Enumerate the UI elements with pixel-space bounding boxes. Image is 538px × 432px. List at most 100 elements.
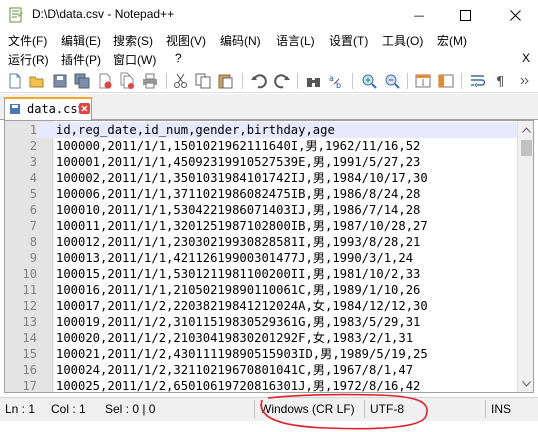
line-number: 5: [29, 187, 37, 201]
tab-close-icon[interactable]: [79, 103, 90, 114]
editor-line[interactable]: 3 100001,2011/1/1,45092319910527539E,男,19…: [5, 154, 517, 170]
cut-icon[interactable]: [172, 72, 190, 90]
toolbar-overflow-icon[interactable]: [518, 72, 530, 90]
line-text[interactable]: 100017,2011/1/2,22038219841212024A,女,198…: [56, 298, 428, 314]
print-icon[interactable]: [141, 72, 159, 90]
find-icon[interactable]: [305, 72, 323, 90]
menu-settings[interactable]: 设置(T): [329, 32, 368, 49]
line-text[interactable]: 100001,2011/1/1,45092319910527539E,男,199…: [56, 154, 420, 170]
scroll-up-button[interactable]: [518, 121, 533, 138]
editor-lines: 1 id,reg_date,id_num,gender,birthday,age 2…: [5, 122, 517, 393]
editor-line[interactable]: 6 100010,2011/1/1,5304221986071403IJ,男,19…: [5, 202, 517, 218]
editor-line[interactable]: 14 100020,2011/1/2,21030419830201292F,女,1…: [5, 330, 517, 346]
line-text[interactable]: 100002,2011/1/1,3501031984101742IJ,男,198…: [56, 170, 428, 186]
close-all-icon[interactable]: [118, 72, 136, 90]
line-text[interactable]: 100019,2011/1/2,31011519830529361G,男,198…: [56, 314, 420, 330]
menu-language[interactable]: 语言(L): [276, 32, 315, 49]
maximize-button[interactable]: [442, 0, 488, 30]
editor-line[interactable]: 15 100021,2011/1/2,43011119890515903ID,男,…: [5, 346, 517, 362]
menu-file[interactable]: 文件(F): [8, 32, 47, 49]
line-text[interactable]: 100016,2011/1/1,21050219890110061C,男,198…: [56, 282, 420, 298]
line-text[interactable]: 100013,2011/1/1,42112619900301477J,男,199…: [56, 250, 413, 266]
menu-plugins[interactable]: 插件(P): [61, 51, 101, 68]
zoom-out-icon[interactable]: [383, 72, 401, 90]
editor-line[interactable]: 12 100017,2011/1/2,22038219841212024A,女,1…: [5, 298, 517, 314]
sync-vertical-icon[interactable]: [414, 72, 432, 90]
line-text[interactable]: 100012,2011/1/1,23030219930828581I,男,199…: [56, 234, 420, 250]
line-number: 6: [29, 203, 37, 217]
menu-row-1: 文件(F) 编辑(E) 搜索(S) 视图(V) 编码(N) 语言(L) 设置(T…: [0, 31, 538, 50]
line-text[interactable]: 100015,2011/1/1,5301211981100200II,男,198…: [56, 266, 420, 282]
editor-line[interactable]: 7 100011,2011/1/1,3201251987102800IB,男,19…: [5, 218, 517, 234]
chevron-up-icon: [522, 126, 531, 133]
line-text[interactable]: 100021,2011/1/2,43011119890515903ID,男,19…: [56, 346, 428, 362]
show-all-chars-icon[interactable]: ¶: [492, 72, 510, 90]
scroll-down-button[interactable]: [518, 375, 533, 392]
line-number: 7: [29, 219, 37, 233]
line-text[interactable]: 100006,2011/1/1,3711021986082475IB,男,198…: [56, 186, 420, 202]
status-selection: Sel : 0 | 0: [105, 402, 156, 416]
close-document-button[interactable]: X: [522, 51, 530, 65]
vertical-scrollbar[interactable]: [517, 121, 533, 392]
chevron-down-icon: [522, 380, 531, 387]
editor-line[interactable]: 1 id,reg_date,id_num,gender,birthday,age: [5, 122, 517, 138]
line-text[interactable]: id,reg_date,id_num,gender,birthday,age: [56, 122, 335, 138]
open-file-icon[interactable]: [28, 72, 46, 90]
window-title: D:\D\data.csv - Notepad++: [32, 7, 175, 21]
menu-tools[interactable]: 工具(O): [382, 32, 423, 49]
line-number: 11: [22, 283, 37, 297]
replace-icon[interactable]: ab: [328, 72, 346, 90]
status-column: Col : 1: [51, 402, 86, 416]
toolbar-separator: [242, 73, 243, 89]
word-wrap-icon[interactable]: [469, 72, 487, 90]
toolbar-separator: [461, 73, 462, 89]
editor-line[interactable]: 2 100000,2011/1/1,1501021962111640I,男,196…: [5, 138, 517, 154]
menu-search[interactable]: 搜索(S): [113, 32, 153, 49]
line-text[interactable]: 100011,2011/1/1,3201251987102800IB,男,198…: [56, 218, 428, 234]
status-insert-mode[interactable]: INS: [491, 402, 511, 416]
menu-encoding[interactable]: 编码(N): [220, 32, 261, 49]
copy-icon[interactable]: [194, 72, 212, 90]
close-file-icon[interactable]: [96, 72, 114, 90]
menu-row-2: 运行(R) 插件(P) 窗口(W) ?: [0, 50, 538, 69]
zoom-in-icon[interactable]: [360, 72, 378, 90]
menu-edit[interactable]: 编辑(E): [61, 32, 101, 49]
editor-line[interactable]: 9 100013,2011/1/1,42112619900301477J,男,19…: [5, 250, 517, 266]
editor-line[interactable]: 13 100019,2011/1/2,31011519830529361G,男,1…: [5, 314, 517, 330]
undo-icon[interactable]: [250, 72, 268, 90]
save-icon[interactable]: [51, 72, 69, 90]
svg-text:a: a: [329, 74, 334, 83]
svg-text:¶: ¶: [496, 75, 504, 90]
editor-line[interactable]: 17 100025,2011/1/2,65010619720816301J,男,1…: [5, 378, 517, 393]
redo-icon[interactable]: [273, 72, 291, 90]
line-number: 9: [29, 251, 37, 265]
menu-window[interactable]: 窗口(W): [113, 51, 156, 68]
line-text[interactable]: 100020,2011/1/2,21030419830201292F,女,198…: [56, 330, 413, 346]
editor-line[interactable]: 10 100015,2011/1/1,5301211981100200II,男,1…: [5, 266, 517, 282]
line-number: 17: [22, 379, 37, 393]
tab-bar: data.csv: [0, 94, 538, 120]
paste-icon[interactable]: [216, 72, 234, 90]
minimize-button[interactable]: —: [396, 0, 442, 30]
sync-horizontal-icon[interactable]: [437, 72, 455, 90]
line-number: 3: [29, 155, 37, 169]
save-all-icon[interactable]: [73, 72, 91, 90]
scroll-thumb[interactable]: [521, 140, 532, 156]
editor-line[interactable]: 4 100002,2011/1/1,3501031984101742IJ,男,19…: [5, 170, 517, 186]
menu-view[interactable]: 视图(V): [166, 32, 206, 49]
menu-macro[interactable]: 宏(M): [437, 32, 467, 49]
editor-line[interactable]: 11 100016,2011/1/1,21050219890110061C,男,1…: [5, 282, 517, 298]
editor-line[interactable]: 16 100024,2011/1/2,32110219670801041C,男,1…: [5, 362, 517, 378]
line-text[interactable]: 100000,2011/1/1,1501021962111640I,男,1962…: [56, 138, 420, 154]
tab-data-csv[interactable]: data.csv: [4, 97, 92, 120]
line-text[interactable]: 100024,2011/1/2,32110219670801041C,男,196…: [56, 362, 413, 378]
close-window-button[interactable]: [492, 0, 538, 30]
line-text[interactable]: 100025,2011/1/2,65010619720816301J,男,197…: [56, 378, 420, 392]
editor-pane[interactable]: 1 id,reg_date,id_num,gender,birthday,age 2…: [4, 120, 534, 393]
new-file-icon[interactable]: [6, 72, 24, 90]
editor-line[interactable]: 8 100012,2011/1/1,23030219930828581I,男,19…: [5, 234, 517, 250]
line-text[interactable]: 100010,2011/1/1,5304221986071403IJ,男,198…: [56, 202, 420, 218]
menu-help[interactable]: ?: [175, 51, 182, 65]
editor-line[interactable]: 5 100006,2011/1/1,3711021986082475IB,男,19…: [5, 186, 517, 202]
menu-run[interactable]: 运行(R): [8, 51, 49, 68]
